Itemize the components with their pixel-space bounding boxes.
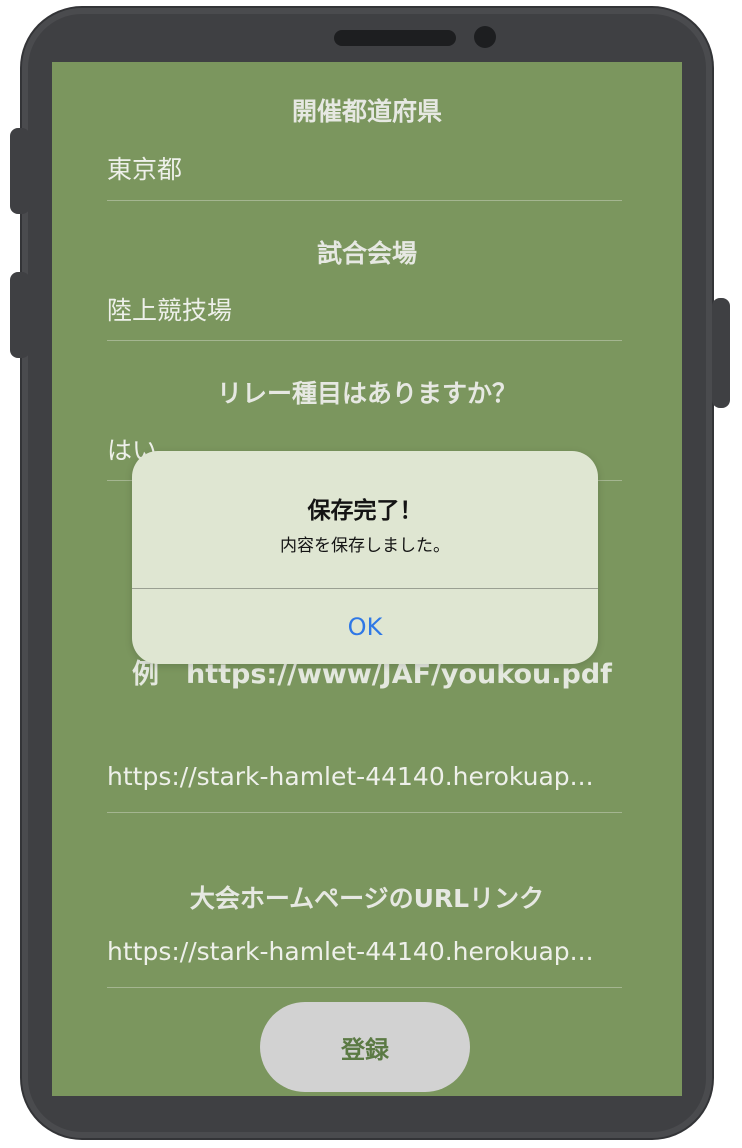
- prefecture-field[interactable]: 東京都: [107, 150, 627, 186]
- guide-url-field[interactable]: https://stark-hamlet-44140.herokuap...: [107, 762, 627, 791]
- volume-up-button: [10, 128, 30, 214]
- homepage-url-field[interactable]: https://stark-hamlet-44140.herokuap...: [107, 937, 627, 966]
- venue-field[interactable]: 陸上競技場: [107, 291, 627, 327]
- guide-url-divider: [107, 812, 622, 813]
- volume-down-button: [10, 272, 30, 358]
- alert-message: 内容を保存しました。: [280, 536, 450, 556]
- prefecture-title: 開催都道府県: [291, 97, 442, 126]
- alert-title: 保存完了！: [307, 498, 423, 524]
- save-complete-alert: 保存完了！ 内容を保存しました。 OK: [132, 451, 598, 664]
- homepage-url-title: 大会ホームページのURLリンク: [189, 884, 545, 913]
- speaker-grille: [334, 30, 456, 46]
- venue-title: 試合会場: [316, 239, 417, 268]
- homepage-url-divider: [107, 987, 622, 988]
- alert-ok-button[interactable]: OK: [132, 589, 598, 664]
- venue-divider: [107, 340, 622, 341]
- register-button[interactable]: 登録: [260, 1002, 470, 1092]
- prefecture-divider: [107, 200, 622, 201]
- front-camera: [474, 26, 496, 48]
- relay-question-title: リレー種目はありますか？: [216, 379, 517, 408]
- power-button: [712, 298, 730, 408]
